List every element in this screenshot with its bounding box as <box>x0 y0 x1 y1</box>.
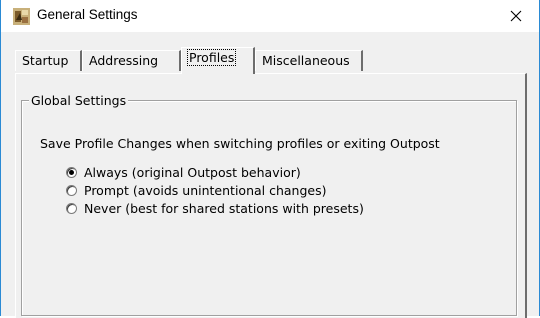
tab-label: Startup <box>22 53 69 68</box>
tab-addressing[interactable]: Addressing <box>82 50 181 71</box>
radio-never[interactable]: Never (best for shared stations with pre… <box>66 200 364 216</box>
app-icon <box>13 8 30 25</box>
window-title: General Settings <box>37 7 138 22</box>
group-description: Save Profile Changes when switching prof… <box>40 136 440 151</box>
close-button[interactable] <box>493 0 539 32</box>
radio-label: Never (best for shared stations with pre… <box>84 200 364 216</box>
settings-window: General Settings Startup Addressing Prof… <box>0 0 540 318</box>
tab-miscellaneous[interactable]: Miscellaneous <box>255 50 363 71</box>
radio-prompt[interactable]: Prompt (avoids unintentional changes) <box>66 182 327 198</box>
tab-startup[interactable]: Startup <box>15 50 82 71</box>
radio-label: Prompt (avoids unintentional changes) <box>84 182 327 198</box>
radio-label: Always (original Outpost behavior) <box>84 164 301 180</box>
tab-label: Miscellaneous <box>262 53 350 68</box>
radio-always[interactable]: Always (original Outpost behavior) <box>66 164 301 180</box>
title-bar[interactable]: General Settings <box>1 0 539 32</box>
group-legend: Global Settings <box>29 93 129 108</box>
tab-label: Profiles <box>186 49 237 66</box>
tab-label: Addressing <box>89 53 159 68</box>
tab-profiles[interactable]: Profiles <box>181 47 255 74</box>
radio-button[interactable] <box>66 184 77 196</box>
radio-button[interactable] <box>66 166 77 178</box>
radio-button[interactable] <box>66 202 77 214</box>
close-icon <box>510 10 522 22</box>
